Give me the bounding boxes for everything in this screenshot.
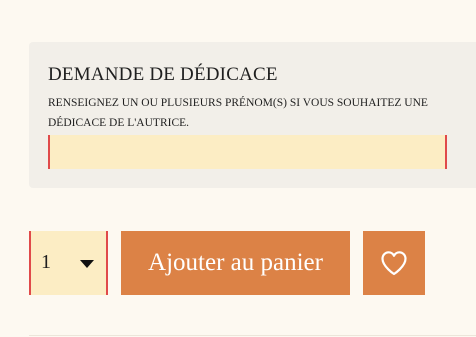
- dedicace-help-text: RENSEIGNEZ UN OU PLUSIEURS PRÉNOM(S) SI …: [48, 97, 428, 129]
- quantity-value: 1: [41, 251, 51, 273]
- add-to-cart-button[interactable]: Ajouter au panier: [121, 231, 350, 295]
- dedicace-title: DEMANDE DE DÉDICACE: [48, 64, 278, 85]
- divider: [29, 335, 476, 336]
- heart-icon: [381, 251, 407, 276]
- quantity-select[interactable]: 1: [29, 231, 108, 295]
- dedicace-input[interactable]: [48, 135, 447, 169]
- dedicace-section: DEMANDE DE DÉDICACE RENSEIGNEZ UN OU PLU…: [29, 42, 476, 188]
- wishlist-button[interactable]: [363, 231, 425, 295]
- chevron-down-icon: [80, 260, 94, 268]
